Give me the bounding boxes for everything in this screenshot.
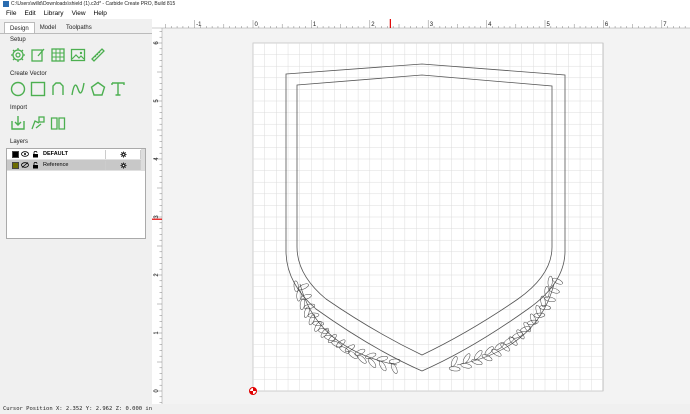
edit-icon[interactable] <box>29 46 47 64</box>
layer-name: DEFAULT <box>43 151 68 157</box>
layer-row-reference[interactable]: Reference <box>7 160 145 171</box>
import-label: Import <box>10 105 28 111</box>
layers-scrollbar[interactable] <box>141 149 145 171</box>
vector-tools <box>9 80 127 98</box>
status-bar: Cursor Position X: 2.352 Y: 2.962 Z: 0.0… <box>0 404 690 414</box>
cursor-position-readout: Cursor Position X: 2.352 Y: 2.962 Z: 0.0… <box>3 406 153 412</box>
menu-edit[interactable]: Edit <box>20 9 39 19</box>
layers-list: DEFAULT Reference <box>6 148 146 239</box>
import-vector-icon[interactable] <box>29 114 47 132</box>
menu-bar: File Edit Library View Help <box>0 9 690 19</box>
menu-library[interactable]: Library <box>40 9 68 19</box>
import-tools <box>9 114 67 132</box>
create-vector-label: Create Vector <box>10 71 47 77</box>
library-icon[interactable] <box>49 114 67 132</box>
left-panel: Design Model Toolpaths Setup Create Vect… <box>0 19 152 404</box>
window-title: C:\Users\willd\Downloads\shield (1).c2d*… <box>11 1 176 7</box>
gear-icon[interactable] <box>105 160 141 170</box>
title-bar: C:\Users\willd\Downloads\shield (1).c2d*… <box>0 0 690 9</box>
image-icon[interactable] <box>69 46 87 64</box>
layer-color-swatch[interactable] <box>12 150 19 158</box>
tab-model[interactable]: Model <box>35 22 61 33</box>
layer-name: Reference <box>43 162 69 168</box>
layers-label: Layers <box>10 139 29 145</box>
layer-color-swatch[interactable] <box>12 161 19 169</box>
grid-icon[interactable] <box>49 46 67 64</box>
tab-bar: Design Model Toolpaths <box>0 22 152 34</box>
setup-tools <box>9 46 107 64</box>
setup-label: Setup <box>10 37 26 43</box>
polygon-icon[interactable] <box>49 80 67 98</box>
menu-help[interactable]: Help <box>90 9 111 19</box>
pentagon-icon[interactable] <box>89 80 107 98</box>
tab-design[interactable]: Design <box>4 22 35 33</box>
gear-icon[interactable] <box>9 46 27 64</box>
tab-toolpaths[interactable]: Toolpaths <box>61 22 97 33</box>
unlock-icon[interactable] <box>31 150 39 158</box>
gear-icon[interactable] <box>105 149 141 159</box>
import-icon[interactable] <box>9 114 27 132</box>
ruler-icon[interactable] <box>89 46 107 64</box>
app-icon <box>3 0 9 7</box>
menu-view[interactable]: View <box>68 9 90 19</box>
text-icon[interactable] <box>109 80 127 98</box>
layer-row-default[interactable]: DEFAULT <box>7 149 145 160</box>
origin-marker <box>249 387 257 395</box>
curve-icon[interactable] <box>69 80 87 98</box>
circle-icon[interactable] <box>9 80 27 98</box>
eye-icon[interactable] <box>21 150 29 158</box>
eye-hidden-icon[interactable] <box>21 161 29 169</box>
menu-file[interactable]: File <box>2 9 20 19</box>
rectangle-icon[interactable] <box>29 80 47 98</box>
design-canvas[interactable]: -1 0 1 2 3 4 5 6 7 0123456 <box>152 19 690 404</box>
unlock-icon[interactable] <box>31 161 39 169</box>
ruler-x-label: -1 <box>196 22 202 28</box>
